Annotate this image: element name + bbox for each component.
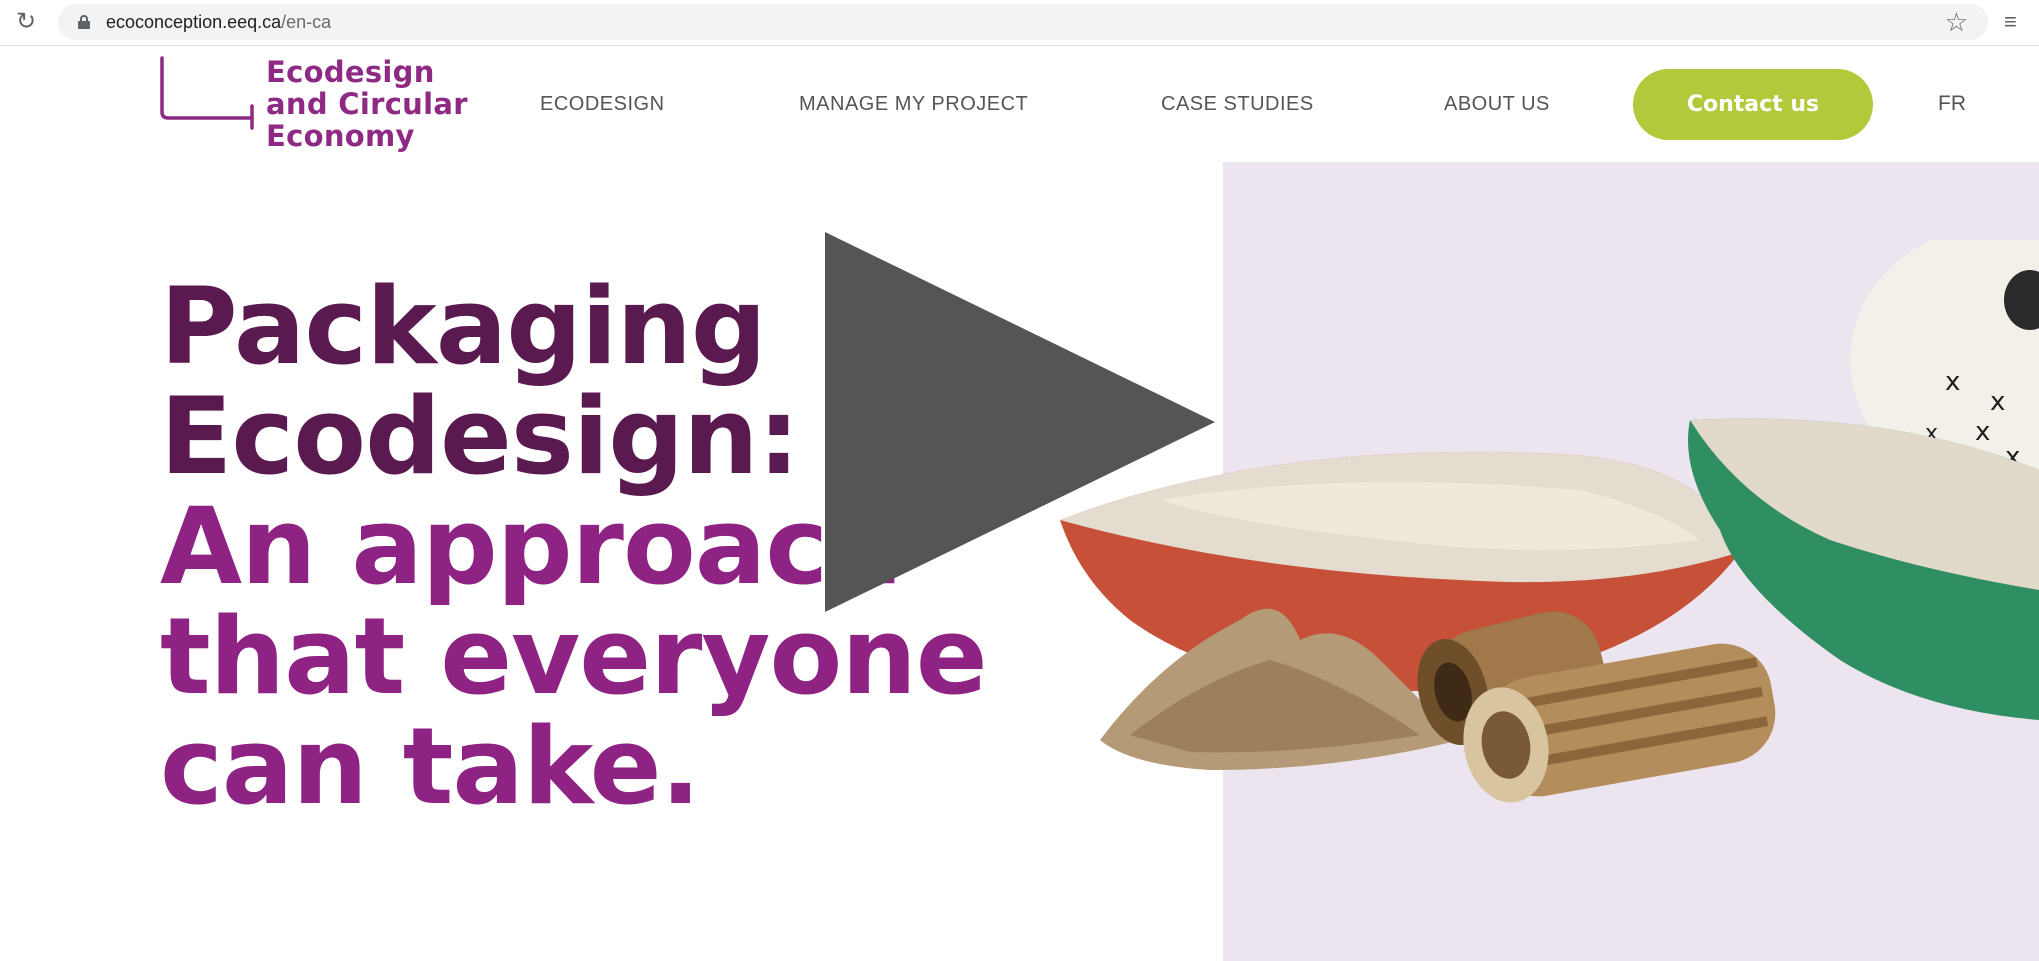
hero-line-1: Packaging (160, 265, 767, 388)
hero-line-5: can take. (160, 705, 701, 828)
url-text[interactable]: ecoconception.eeq.ca/en-ca (106, 12, 331, 32)
lock-icon[interactable] (78, 15, 90, 29)
hero-line-2: Ecodesign: (160, 375, 800, 498)
play-icon[interactable] (825, 232, 1215, 612)
nav-manage-my-project[interactable]: MANAGE MY PROJECT (799, 92, 1028, 116)
nav-case-studies[interactable]: CASE STUDIES (1161, 92, 1314, 116)
address-bar[interactable]: ecoconception.eeq.ca/en-ca ☆ (58, 4, 1988, 40)
media-control-icon[interactable]: ≡ (2004, 8, 2017, 36)
hero-line-4: that everyone (160, 595, 988, 718)
url-path: /en-ca (281, 12, 332, 32)
nav-ecodesign[interactable]: ECODESIGN (540, 92, 665, 116)
svg-text:x: x (1990, 387, 2005, 417)
contact-us-button[interactable]: Contact us (1633, 69, 1873, 140)
url-domain: ecoconception.eeq.ca (106, 12, 282, 32)
language-switch-fr[interactable]: FR (1938, 92, 1966, 116)
hero-headline: Packaging Ecodesign: An approach that ev… (160, 265, 988, 828)
svg-text:x: x (1975, 417, 1990, 447)
svg-text:x: x (1945, 367, 1960, 397)
reload-icon[interactable]: ↻ (14, 8, 38, 36)
speech-bubble-icon (160, 56, 254, 130)
logo-text: Ecodesign and Circular Economy (266, 55, 468, 153)
hero-line-3: An approach (160, 485, 903, 608)
browser-toolbar: ↻ ecoconception.eeq.ca/en-ca ☆ ≡ (0, 0, 2039, 46)
nav-about-us[interactable]: ABOUT US (1444, 92, 1550, 116)
star-icon[interactable]: ☆ (1945, 8, 1968, 36)
site-logo[interactable]: Ecodesign and Circular Economy (158, 56, 478, 156)
